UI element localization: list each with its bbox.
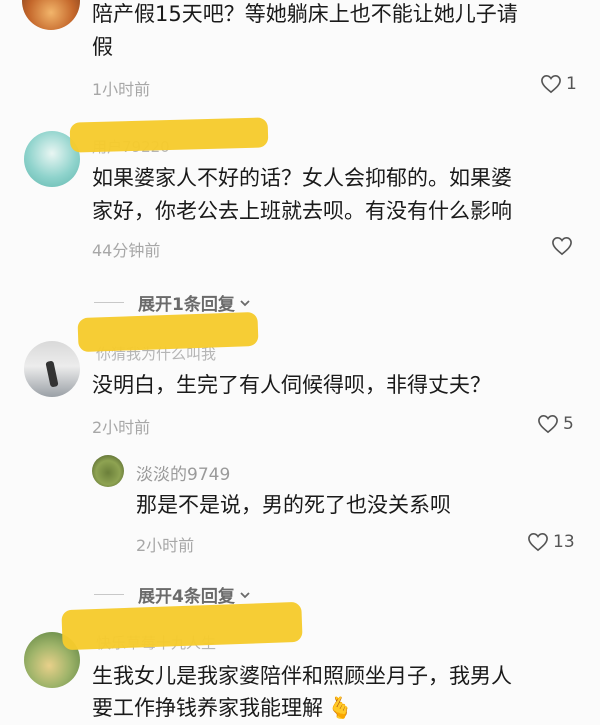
comment-timestamp: 44分钟前 <box>92 241 161 260</box>
reply-timestamp: 2小时前 <box>136 536 195 555</box>
like-count: 13 <box>553 532 575 552</box>
expand-replies-label: 展开4条回复 <box>138 587 235 607</box>
comment-text: 假 <box>92 35 113 59</box>
divider <box>94 302 124 303</box>
expand-replies-button[interactable]: 展开1条回复 <box>94 290 251 315</box>
heart-outline-icon <box>552 236 572 256</box>
comment-text: 生我女儿是我家婆陪伴和照顾坐月子，我男人 <box>92 664 512 688</box>
avatar-figure <box>45 360 59 388</box>
like-button[interactable]: 5 <box>537 414 574 434</box>
like-count: 1 <box>566 74 577 94</box>
redaction-mark <box>61 601 303 651</box>
divider <box>94 594 124 595</box>
comment-text: 家好，你老公去上班就去呗。有没有什么影响 <box>92 199 512 223</box>
expand-replies-button[interactable]: 展开4条回复 <box>94 582 251 607</box>
comment-timestamp: 1小时前 <box>92 80 151 99</box>
chevron-down-icon <box>240 299 250 306</box>
avatar[interactable] <box>24 341 80 397</box>
comment-text-line: 要工作挣钱养家我能理解 <box>92 696 323 720</box>
redaction-mark <box>77 311 259 353</box>
reply-text: 那是不是说，男的死了也没关系呗 <box>136 493 451 517</box>
emoji-hand-icon: 🫰 <box>327 696 354 720</box>
heart-outline-icon <box>538 414 558 434</box>
like-count: 5 <box>563 414 574 434</box>
comment-timestamp: 2小时前 <box>92 418 151 437</box>
comment-text: 要工作挣钱养家我能理解 🫰 <box>92 692 353 725</box>
expand-replies-label: 展开1条回复 <box>138 295 235 315</box>
like-button[interactable]: 1 <box>540 74 577 94</box>
reply-like-button[interactable]: 13 <box>527 532 575 552</box>
like-button[interactable] <box>551 236 573 256</box>
comment-text: 陪产假15天吧？等她躺床上也不能让她儿子请 <box>92 2 518 26</box>
comment-text: 如果婆家人不好的话？女人会抑郁的。如果婆 <box>92 166 512 190</box>
heart-outline-icon <box>528 532 548 552</box>
heart-outline-icon <box>541 74 561 94</box>
comment-text: 没明白，生完了有人伺候得呗，非得丈夫？ <box>92 373 491 397</box>
reply-avatar[interactable] <box>92 455 124 487</box>
redaction-mark <box>69 117 269 153</box>
avatar[interactable] <box>22 0 80 30</box>
reply-username[interactable]: 淡淡的9749 <box>136 460 230 485</box>
chevron-down-icon <box>240 591 250 598</box>
